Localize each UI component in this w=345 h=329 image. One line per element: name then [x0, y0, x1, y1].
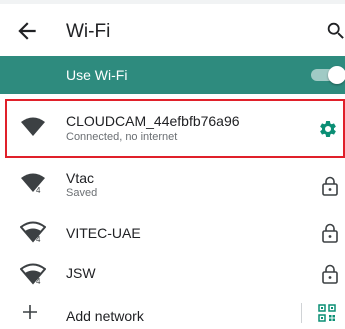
- use-wifi-label: Use Wi-Fi: [66, 67, 128, 83]
- network-row-connected[interactable]: CLOUDCAM_44efbfb76a96 Connected, no inte…: [0, 100, 345, 158]
- network-name: CLOUDCAM_44efbfb76a96: [66, 113, 240, 129]
- search-button[interactable]: [325, 20, 345, 42]
- wifi-full-icon: [21, 117, 45, 136]
- network-name: JSW: [66, 265, 96, 281]
- network-row[interactable]: 4 JSW: [0, 254, 345, 294]
- plus-icon: [23, 305, 37, 319]
- network-name: Vtac: [66, 170, 95, 186]
- add-network-label: Add network: [66, 308, 144, 324]
- lock-icon: [322, 176, 338, 196]
- add-network-row[interactable]: Add network: [0, 294, 345, 329]
- network-name: VITEC-UAE: [66, 225, 141, 241]
- toggle-thumb: [328, 66, 345, 84]
- qr-code-icon[interactable]: [318, 304, 336, 322]
- network-status: Connected, no internet: [66, 131, 178, 143]
- network-status: Saved: [66, 187, 98, 199]
- network-row[interactable]: 4 Vtac Saved: [0, 160, 345, 210]
- wifi-signal-icon: 4: [20, 221, 46, 243]
- wifi-signal-icon: 4: [21, 173, 45, 194]
- page-title: Wi-Fi: [66, 21, 111, 42]
- network-row[interactable]: 4 VITEC-UAE: [0, 210, 345, 254]
- svg-text:4: 4: [36, 235, 41, 243]
- app-bar: Wi-Fi: [0, 4, 345, 56]
- svg-text:4: 4: [36, 186, 41, 194]
- lock-icon: [322, 264, 338, 284]
- back-button[interactable]: [14, 18, 40, 44]
- gear-icon: [320, 120, 336, 137]
- svg-text:4: 4: [36, 277, 41, 285]
- lock-icon: [322, 223, 338, 243]
- use-wifi-toggle[interactable]: [311, 66, 345, 84]
- wifi-signal-icon: 4: [20, 263, 46, 285]
- search-icon: [327, 22, 344, 39]
- divider: [301, 303, 302, 323]
- arrow-back-icon: [18, 22, 36, 40]
- network-settings-button[interactable]: [318, 119, 338, 141]
- use-wifi-bar[interactable]: Use Wi-Fi: [0, 56, 345, 94]
